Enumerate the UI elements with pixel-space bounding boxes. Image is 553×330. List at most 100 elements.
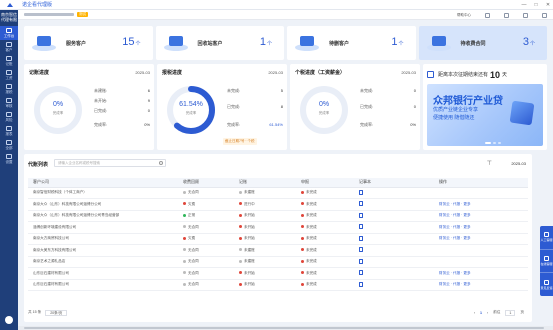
sidebar-item-tax[interactable]: 报税 [0, 82, 18, 96]
actions-cell[interactable]: 财务云 · 代报 · 更多 [434, 210, 528, 222]
scrollbar-thumb[interactable] [24, 327, 544, 329]
notebook-icon[interactable] [359, 235, 363, 241]
company-cell[interactable]: 山东巨石建材有限公司 [28, 267, 178, 280]
notebook-icon[interactable] [359, 270, 363, 276]
table-row[interactable]: 山东巨石建材有限公司 无合同 未开始 未完成 财务云 · 代报 · 更多 [28, 267, 528, 280]
search-input[interactable]: 请输入企业名称或税号搜索 [54, 159, 166, 167]
page-size-select[interactable]: 20条/页 [45, 309, 68, 316]
table-row[interactable]: 南京大众（山东）科技有限公司淄博分公司青岛经营部 正常 未开始 未完成 财务云 · 代报… [28, 210, 528, 222]
fee-status-cell: 欠费 [178, 198, 234, 211]
column-header[interactable]: 客户公司 [28, 178, 178, 188]
sidebar-item-risk[interactable]: 风险 [0, 110, 18, 124]
column-header[interactable]: 记事本 [354, 178, 434, 188]
notebook-icon[interactable] [359, 189, 363, 195]
actions-cell[interactable]: 财务云 · 代报 · 更多 [434, 233, 528, 245]
online-service-button[interactable]: 在线客服 [540, 250, 553, 274]
notebook-icon[interactable] [359, 281, 363, 287]
human-service-button[interactable]: 人工客服 [540, 226, 553, 250]
status-dot [239, 225, 242, 229]
minimize-icon[interactable]: — [521, 2, 527, 8]
panel-title: 个税进度（工资薪金） [295, 70, 346, 76]
sidebar-item-review[interactable]: 审核 [0, 96, 18, 110]
notebook-icon[interactable] [359, 247, 363, 253]
chat-icon [544, 256, 549, 261]
company-cell[interactable]: 南京大众（山东）科技有限公司淄博分公司青岛经营部 [28, 210, 178, 222]
stat-card-pending-contracts[interactable]: 待收费合同 3个 [418, 26, 547, 60]
actions-cell[interactable] [434, 256, 528, 268]
next-page-button[interactable]: › [487, 311, 488, 315]
stat-card-service-customers[interactable]: 服务客户 15个 [24, 26, 153, 60]
sidebar-item-payroll[interactable]: 工资 [0, 68, 18, 82]
company-cell[interactable]: 南京大美东方科技有限公司 [28, 244, 178, 257]
notification-icon[interactable] [523, 12, 528, 18]
company-cell[interactable]: 山东巨石建材有限公司 [28, 279, 178, 291]
feedback-button[interactable]: 意见反馈 [540, 273, 553, 296]
period-select[interactable]: 2025-03 [268, 70, 283, 75]
actions-cell[interactable] [434, 187, 528, 199]
table-row[interactable]: 南京艺术之源礼品店 无合同 未建账 未完成 [28, 256, 528, 268]
period-select[interactable]: 2025-03 [135, 70, 150, 75]
table-row[interactable]: 南京大美东方科技有限公司 无合同 未建账 未完成 [28, 244, 528, 257]
search-icon[interactable] [159, 161, 163, 165]
table-row[interactable]: 南京大众（山东）科技有限公司淄博分公司 欠费 进行中 未完成 财务云 · 代报 · 更多 [28, 198, 528, 211]
sidebar-item-customers[interactable]: 客户 [0, 40, 18, 54]
promo-banner[interactable]: 众邦银行产业贷 优质产业链企业专享 便捷使用 随借随还 [427, 84, 543, 146]
goto-page-input[interactable]: 1 [505, 309, 516, 316]
carousel-dots[interactable] [485, 142, 501, 144]
stat-label: 回收站客户 [197, 40, 223, 47]
actions-cell[interactable] [434, 244, 528, 257]
actions-cell[interactable]: 财务云 · 代报 · 更多 [434, 221, 528, 234]
notebook-icon[interactable] [359, 212, 363, 218]
notebook-cell [354, 221, 434, 234]
column-header[interactable]: 操作 [434, 178, 528, 188]
progress-ring [300, 86, 348, 134]
stat-card-recycle-customers[interactable]: 回收站客户 1个 [155, 26, 284, 60]
company-cell[interactable]: 南京艺术之源礼品店 [28, 256, 178, 268]
page-number[interactable]: 1 [480, 311, 482, 315]
actions-cell[interactable]: 财务云 · 代报 · 更多 [434, 279, 528, 291]
user-menu-icon[interactable] [542, 12, 547, 18]
notebook-icon[interactable] [359, 258, 363, 264]
horizontal-scrollbar[interactable] [18, 326, 553, 330]
fee-status-cell: 无合同 [178, 221, 234, 234]
actions-cell[interactable]: 财务云 · 代报 · 更多 [434, 198, 528, 211]
actions-cell[interactable]: 财务云 · 代报 · 更多 [434, 267, 528, 280]
close-icon[interactable]: ✕ [545, 2, 551, 8]
table-row[interactable]: 南京智信财税科技（个体工商户） 无合同 未建账 未完成 [28, 187, 528, 199]
headset-icon [544, 232, 549, 238]
prev-page-button[interactable]: ‹ [474, 311, 475, 315]
risk-icon [6, 111, 12, 117]
sidebar-item-reports[interactable]: 报表 [0, 124, 18, 138]
help-center-button[interactable]: 帮助中心 [457, 13, 471, 18]
message-icon[interactable] [485, 12, 490, 18]
column-header[interactable]: 收费回顾 [178, 178, 234, 188]
maximize-icon[interactable]: □ [533, 2, 539, 8]
user-avatar[interactable] [5, 316, 13, 324]
org-name[interactable]: 南京智信代理有限 [0, 10, 18, 26]
table-row[interactable]: 南京大方商贸科技公司 欠费 未开始 未完成 财务云 · 代报 · 更多 [28, 233, 528, 245]
filter-icon[interactable]: ⊤ [487, 160, 492, 167]
status-dot [301, 271, 304, 275]
kv-row: 已完成: 8 [227, 104, 283, 109]
company-cell[interactable]: 南京大方商贸科技公司 [28, 233, 178, 245]
company-cell[interactable]: 南京大众（山东）科技有限公司淄博分公司 [28, 198, 178, 211]
download-icon[interactable] [504, 12, 509, 18]
stat-card-pending-delete[interactable]: 待删客户 1个 [287, 26, 416, 60]
column-header[interactable]: 记账 [234, 178, 296, 188]
sidebar-item-settings[interactable]: 设置 [0, 152, 18, 166]
period-select[interactable]: 2025-03 [401, 70, 416, 75]
sidebar-item-all[interactable]: 全部 [0, 138, 18, 152]
company-cell[interactable]: 淄博创新环境建设有限公司 [28, 221, 178, 234]
tax-status-cell: 未完成 [296, 279, 354, 291]
notebook-icon[interactable] [359, 201, 363, 207]
status-dot [301, 236, 304, 240]
table-row[interactable]: 山东巨石建材有限公司 无合同 未开始 未完成 财务云 · 代报 · 更多 [28, 279, 528, 291]
table-row[interactable]: 淄博创新环境建设有限公司 无合同 未开始 未完成 财务云 · 代报 · 更多 [28, 221, 528, 234]
status-dot [183, 282, 186, 286]
company-cell[interactable]: 南京智信财税科技（个体工商户） [28, 187, 178, 199]
sidebar-item-workbench[interactable]: 工作台 [0, 26, 18, 40]
period-select[interactable]: 2025-03 [511, 161, 526, 166]
column-header[interactable]: 申报 [296, 178, 354, 188]
sidebar-item-bookkeeping[interactable]: 记账 [0, 54, 18, 68]
notebook-icon[interactable] [359, 224, 363, 230]
